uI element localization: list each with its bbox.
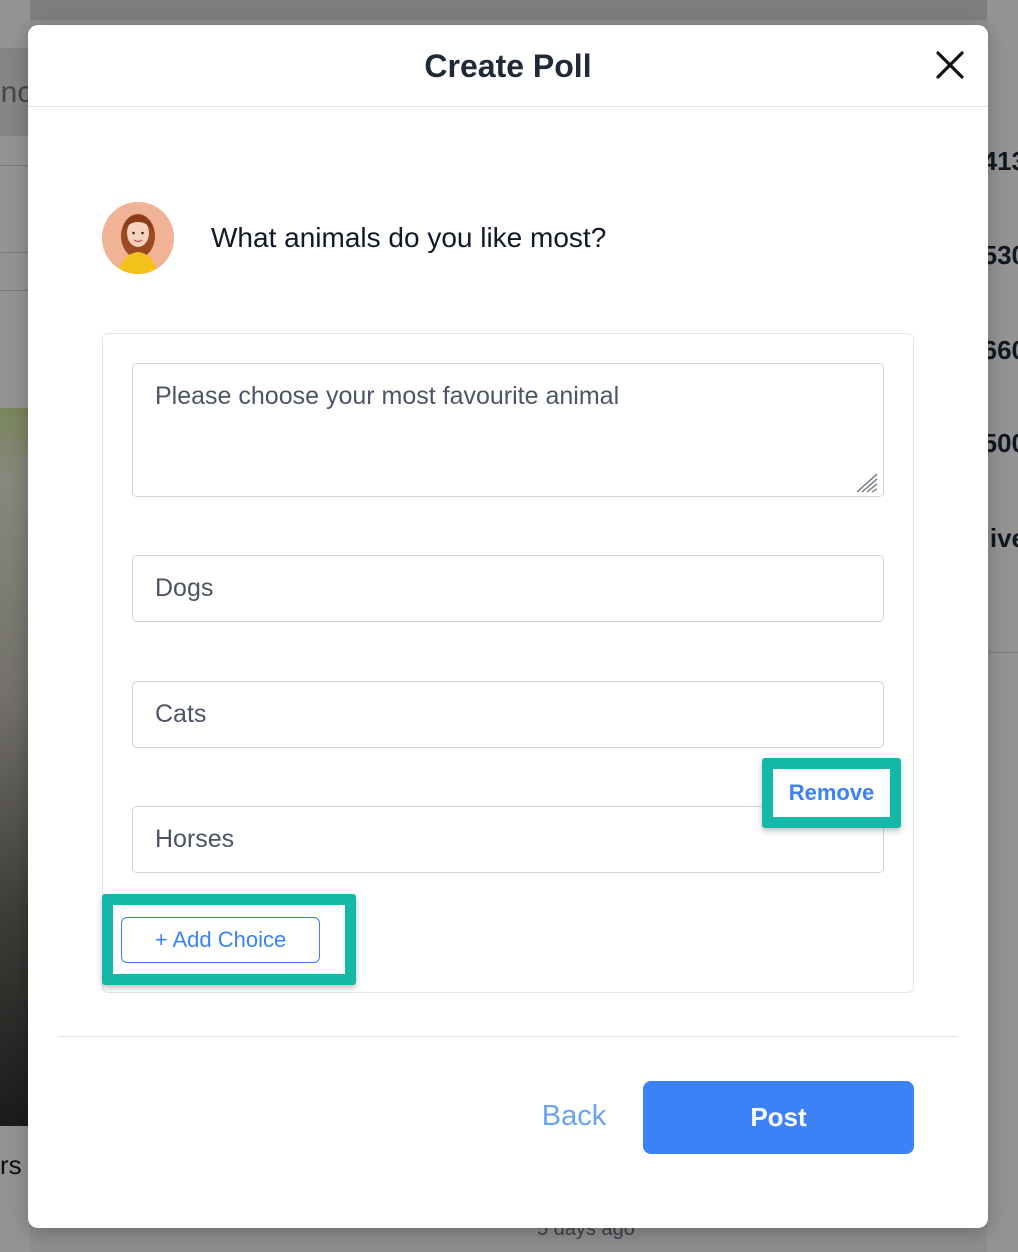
- resize-handle-icon[interactable]: [853, 470, 879, 494]
- modal-header: Create Poll: [28, 25, 988, 107]
- back-button[interactable]: Back: [528, 1100, 620, 1136]
- footer-divider: [58, 1036, 958, 1037]
- remove-highlight: Remove: [762, 758, 901, 828]
- close-icon[interactable]: [932, 47, 968, 83]
- modal-title: Create Poll: [424, 48, 592, 84]
- add-choice-button[interactable]: + Add Choice: [121, 917, 320, 963]
- remove-choice-button[interactable]: Remove: [773, 769, 890, 817]
- avatar: [102, 202, 174, 274]
- create-poll-modal: Create Poll What animals do you like mos…: [28, 25, 988, 1228]
- choice-input[interactable]: [132, 555, 884, 622]
- post-button[interactable]: Post: [643, 1081, 914, 1154]
- poll-description-input[interactable]: Please choose your most favourite animal: [132, 363, 884, 497]
- poll-question: What animals do you like most?: [211, 222, 607, 253]
- choice-input[interactable]: [132, 681, 884, 748]
